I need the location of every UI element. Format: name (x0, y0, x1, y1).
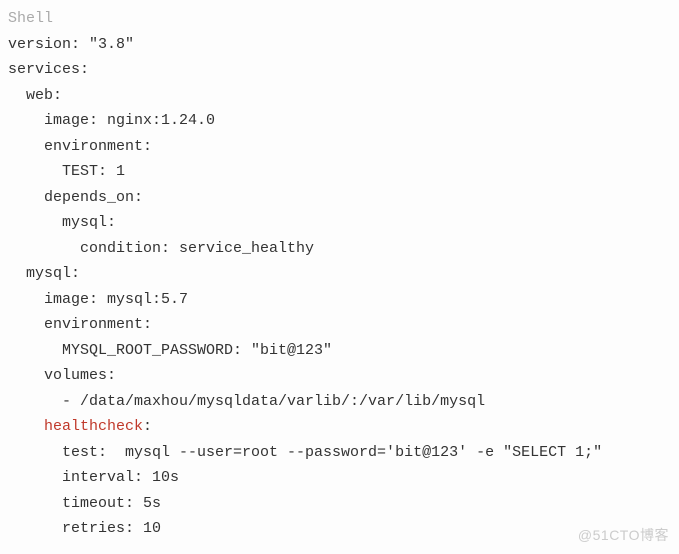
code-line: TEST: 1 (8, 163, 125, 180)
code-line: MYSQL_ROOT_PASSWORD: "bit@123" (8, 342, 332, 359)
code-line: mysql: (8, 214, 116, 231)
code-line: environment: (8, 138, 152, 155)
code-line: retries: 10 (8, 520, 161, 537)
code-block: Shell version: "3.8" services: web: imag… (0, 0, 679, 550)
code-line: environment: (8, 316, 152, 333)
code-line-healthcheck: healthcheck: (8, 418, 152, 435)
code-line: volumes: (8, 367, 116, 384)
code-line: interval: 10s (8, 469, 179, 486)
code-line: test: mysql --user=root --password='bit@… (8, 444, 602, 461)
code-line: - /data/maxhou/mysqldata/varlib/:/var/li… (8, 393, 485, 410)
watermark: @51CTO博客 (578, 524, 669, 548)
code-line: services: (8, 61, 89, 78)
code-line: web: (8, 87, 62, 104)
code-line: depends_on: (8, 189, 143, 206)
code-line: mysql: (8, 265, 80, 282)
language-label: Shell (8, 10, 53, 27)
code-line: image: nginx:1.24.0 (8, 112, 215, 129)
code-line: version: "3.8" (8, 36, 134, 53)
code-line: condition: service_healthy (8, 240, 314, 257)
highlight-healthcheck: healthcheck (44, 418, 143, 435)
code-line: image: mysql:5.7 (8, 291, 188, 308)
code-line: timeout: 5s (8, 495, 161, 512)
